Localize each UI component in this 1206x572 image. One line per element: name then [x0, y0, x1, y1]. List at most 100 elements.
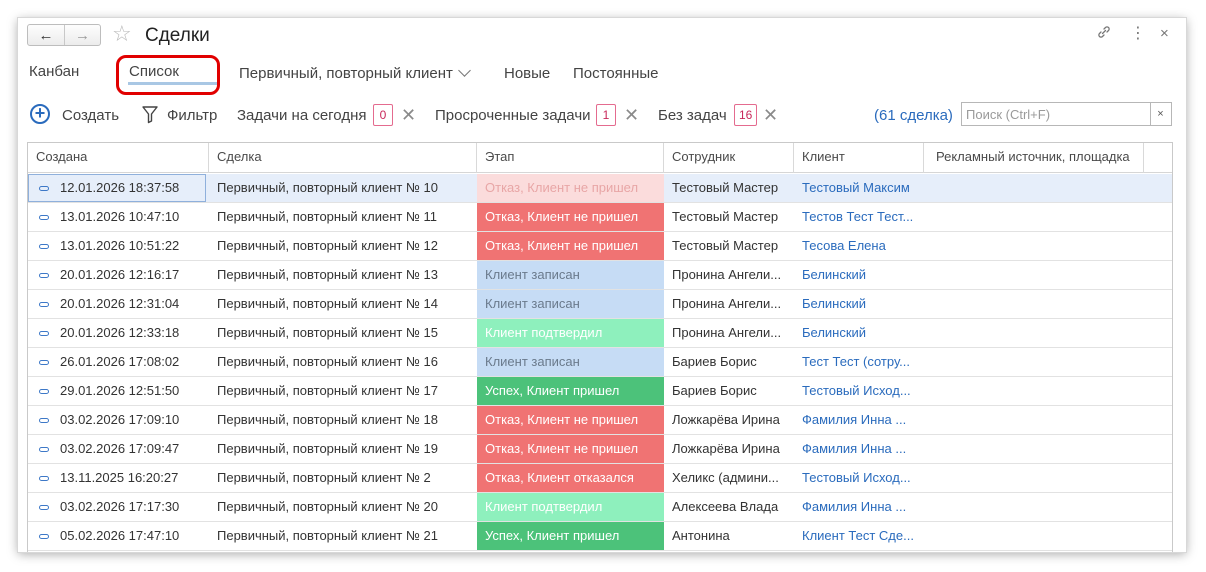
- tab-new[interactable]: Новые: [504, 63, 550, 85]
- cell-stage[interactable]: Клиент подтвердил: [477, 493, 664, 521]
- cell-stage[interactable]: Отказ, Клиент не пришел: [477, 406, 664, 434]
- cell-created[interactable]: 03.02.2026 17:09:47: [28, 435, 208, 463]
- overdue-tasks-filter[interactable]: Просроченные задачи: [435, 106, 591, 126]
- cell-employee[interactable]: Тестовый Мастер: [664, 174, 794, 202]
- cell-deal[interactable]: Первичный, повторный клиент № 12: [209, 232, 477, 260]
- table-row[interactable]: 13.11.2025 16:20:27 Первичный, повторный …: [28, 464, 1172, 493]
- cell-client[interactable]: Клиент Тест Сде...: [794, 522, 922, 550]
- cell-ad-source[interactable]: [924, 435, 1144, 463]
- close-icon[interactable]: ×: [1160, 24, 1169, 44]
- cell-client[interactable]: Тестовый Исход...: [794, 464, 922, 492]
- cell-client[interactable]: Фамилия Инна ...: [794, 435, 922, 463]
- table-row[interactable]: 29.01.2026 12:51:50 Первичный, повторный …: [28, 377, 1172, 406]
- forward-button[interactable]: →: [64, 25, 100, 45]
- table-row[interactable]: 03.02.2026 17:09:10 Первичный, повторный …: [28, 406, 1172, 435]
- search-clear-button[interactable]: ×: [1150, 102, 1172, 126]
- cell-deal[interactable]: Первичный, повторный клиент № 19: [209, 435, 477, 463]
- cell-created[interactable]: 20.01.2026 12:31:04: [28, 290, 208, 318]
- cell-stage[interactable]: Отказ, Клиент не пришел: [477, 203, 664, 231]
- cell-deal[interactable]: Первичный, повторный клиент № 16: [209, 348, 477, 376]
- cell-employee[interactable]: Ложкарёва Ирина: [664, 435, 794, 463]
- table-row[interactable]: 20.01.2026 12:33:18 Первичный, повторный …: [28, 319, 1172, 348]
- cell-client[interactable]: Белинский: [794, 319, 922, 347]
- cell-stage[interactable]: Клиент записан: [477, 348, 664, 376]
- column-header-ad-source[interactable]: Рекламный источник, площадка: [924, 143, 1144, 173]
- plus-circle-icon[interactable]: +: [30, 104, 50, 124]
- cell-ad-source[interactable]: [924, 174, 1144, 202]
- table-row[interactable]: 05.02.2026 17:47:10 Первичный, повторный …: [28, 522, 1172, 551]
- deals-count-link[interactable]: (61 сделка): [874, 106, 953, 126]
- cell-created[interactable]: 05.02.2026 17:47:10: [28, 522, 208, 550]
- cell-employee[interactable]: Тестовый Мастер: [664, 203, 794, 231]
- cell-ad-source[interactable]: [924, 203, 1144, 231]
- cell-ad-source[interactable]: [924, 319, 1144, 347]
- tab-regular[interactable]: Постоянные: [573, 63, 658, 85]
- cell-created[interactable]: 13.01.2026 10:47:10: [28, 203, 208, 231]
- cell-stage[interactable]: Клиент записан: [477, 290, 664, 318]
- cell-employee[interactable]: Пронина Ангели...: [664, 319, 794, 347]
- cell-deal[interactable]: Первичный, повторный клиент № 10: [209, 174, 477, 202]
- table-row[interactable]: 26.01.2026 17:08:02 Первичный, повторный …: [28, 348, 1172, 377]
- filter-icon[interactable]: [142, 106, 158, 124]
- cell-deal[interactable]: Первичный, повторный клиент № 2: [209, 464, 477, 492]
- cell-employee[interactable]: Тестовый Мастер: [664, 232, 794, 260]
- cell-stage[interactable]: Отказ, Клиент не пришел: [477, 174, 664, 202]
- column-header-created[interactable]: Создана: [28, 143, 209, 173]
- cell-employee[interactable]: Антонина: [664, 522, 794, 550]
- cell-ad-source[interactable]: [924, 493, 1144, 521]
- cell-ad-source[interactable]: [924, 377, 1144, 405]
- cell-client[interactable]: Тестов Тест Тест...: [794, 203, 922, 231]
- cell-deal[interactable]: Первичный, повторный клиент № 17: [209, 377, 477, 405]
- column-header-client[interactable]: Клиент: [794, 143, 924, 173]
- remove-overdue-icon[interactable]: ✕: [624, 105, 639, 125]
- remove-tasks-today-icon[interactable]: ✕: [401, 105, 416, 125]
- cell-created[interactable]: 29.01.2026 12:51:50: [28, 377, 208, 405]
- cell-created[interactable]: 20.01.2026 12:16:17: [28, 261, 208, 289]
- star-icon[interactable]: ☆: [112, 22, 132, 46]
- create-button[interactable]: Создать: [62, 106, 119, 126]
- cell-created[interactable]: 13.11.2025 16:20:27: [28, 464, 208, 492]
- cell-employee[interactable]: Пронина Ангели...: [664, 261, 794, 289]
- column-header-stage[interactable]: Этап: [477, 143, 664, 173]
- table-row[interactable]: 13.01.2026 10:47:10 Первичный, повторный …: [28, 203, 1172, 232]
- tab-primary-repeat-client[interactable]: Первичный, повторный клиент: [239, 63, 471, 85]
- cell-deal[interactable]: Первичный, повторный клиент № 21: [209, 522, 477, 550]
- table-row[interactable]: 20.01.2026 12:31:04 Первичный, повторный …: [28, 290, 1172, 319]
- cell-employee[interactable]: Хеликс (админи...: [664, 464, 794, 492]
- more-vertical-icon[interactable]: ⋮: [1130, 24, 1146, 44]
- cell-client[interactable]: Тест Тест (сотру...: [794, 348, 922, 376]
- cell-ad-source[interactable]: [924, 406, 1144, 434]
- tab-kanban[interactable]: Канбан: [29, 61, 79, 83]
- table-row[interactable]: 13.01.2026 10:51:22 Первичный, повторный …: [28, 232, 1172, 261]
- cell-created[interactable]: 03.02.2026 17:09:10: [28, 406, 208, 434]
- cell-stage[interactable]: Отказ, Клиент не пришел: [477, 232, 664, 260]
- cell-ad-source[interactable]: [924, 464, 1144, 492]
- cell-client[interactable]: Тестовый Исход...: [794, 377, 922, 405]
- cell-ad-source[interactable]: [924, 290, 1144, 318]
- cell-created[interactable]: 13.01.2026 10:51:22: [28, 232, 208, 260]
- table-row[interactable]: 03.02.2026 17:17:30 Первичный, повторный …: [28, 493, 1172, 522]
- cell-employee[interactable]: Бариев Борис: [664, 348, 794, 376]
- table-row[interactable]: 20.01.2026 12:16:17 Первичный, повторный …: [28, 261, 1172, 290]
- cell-client[interactable]: Тесова Елена: [794, 232, 922, 260]
- tasks-today-filter[interactable]: Задачи на сегодня: [237, 106, 366, 126]
- cell-created[interactable]: 26.01.2026 17:08:02: [28, 348, 208, 376]
- cell-deal[interactable]: Первичный, повторный клиент № 18: [209, 406, 477, 434]
- cell-client[interactable]: Белинский: [794, 290, 922, 318]
- table-row[interactable]: 03.02.2026 17:09:47 Первичный, повторный …: [28, 435, 1172, 464]
- cell-ad-source[interactable]: [924, 522, 1144, 550]
- cell-stage[interactable]: Клиент подтвердил: [477, 319, 664, 347]
- cell-employee[interactable]: Бариев Борис: [664, 377, 794, 405]
- cell-stage[interactable]: Клиент записан: [477, 261, 664, 289]
- cell-employee[interactable]: Алексеева Влада: [664, 493, 794, 521]
- search-input[interactable]: [961, 102, 1151, 126]
- no-tasks-filter[interactable]: Без задач: [658, 106, 727, 126]
- cell-deal[interactable]: Первичный, повторный клиент № 11: [209, 203, 477, 231]
- filter-button[interactable]: Фильтр: [167, 106, 217, 126]
- cell-stage[interactable]: Отказ, Клиент отказался: [477, 464, 664, 492]
- cell-created[interactable]: 20.01.2026 12:33:18: [28, 319, 208, 347]
- link-icon[interactable]: [1096, 24, 1112, 46]
- cell-client[interactable]: Фамилия Инна ...: [794, 406, 922, 434]
- cell-ad-source[interactable]: [924, 261, 1144, 289]
- cell-stage[interactable]: Успех, Клиент пришел: [477, 377, 664, 405]
